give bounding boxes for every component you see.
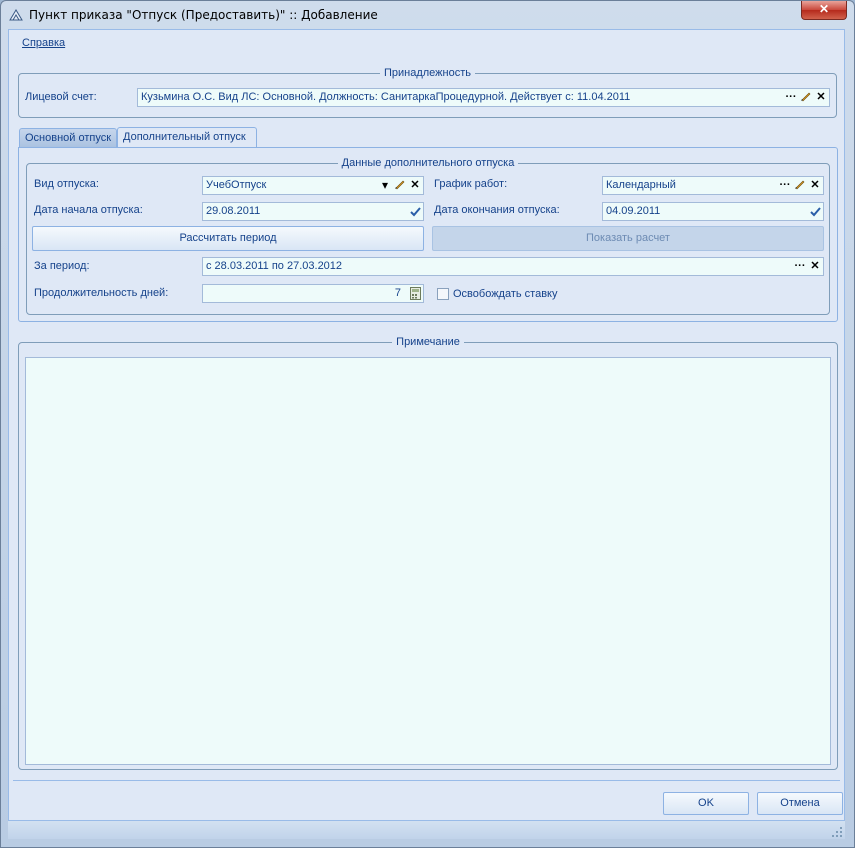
resize-grip-icon[interactable]	[832, 827, 842, 837]
ellipsis-icon[interactable]: ···	[784, 90, 798, 105]
ownership-group: Принадлежность Лицевой счет: Кузьмина О.…	[18, 67, 837, 118]
free-rate-label: Освобождать ставку	[453, 288, 558, 300]
account-value: Кузьмина О.С. Вид ЛС: Основной. Должност…	[141, 91, 631, 103]
calendar-dropdown-icon[interactable]	[808, 204, 822, 219]
start-date-value: 29.08.2011	[206, 205, 261, 217]
divider	[13, 780, 840, 781]
clear-icon[interactable]: ✕	[808, 178, 822, 193]
schedule-label: График работ:	[434, 178, 508, 190]
calendar-dropdown-icon[interactable]	[408, 204, 422, 219]
ellipsis-icon[interactable]: ···	[778, 178, 792, 193]
period-field[interactable]: с 28.03.2011 по 27.03.2012 ··· ✕	[202, 257, 824, 276]
cancel-button[interactable]: Отмена	[757, 792, 843, 815]
ok-button[interactable]: OK	[663, 792, 749, 815]
account-field[interactable]: Кузьмина О.С. Вид ЛС: Основной. Должност…	[137, 88, 830, 107]
calculate-period-button[interactable]: Рассчитать период	[32, 226, 424, 251]
period-label: За период:	[34, 260, 90, 272]
edit-icon[interactable]	[793, 178, 807, 193]
dialog-client-area: Справка Принадлежность Лицевой счет: Куз…	[8, 29, 845, 839]
status-bar	[8, 820, 845, 839]
note-legend: Примечание	[392, 336, 464, 348]
calculator-icon[interactable]	[408, 286, 422, 301]
end-date-field[interactable]: 04.09.2011	[602, 202, 824, 221]
schedule-field[interactable]: Календарный ··· ✕	[602, 176, 824, 195]
vacation-type-field[interactable]: УчебОтпуск ▾ ✕	[202, 176, 424, 195]
window-title: Пункт приказа "Отпуск (Предоставить)" ::…	[29, 8, 378, 22]
schedule-value: Календарный	[606, 179, 676, 191]
window-close-button[interactable]: ✕	[801, 1, 847, 20]
dropdown-icon[interactable]: ▾	[378, 178, 392, 193]
title-bar: Пункт приказа "Отпуск (Предоставить)" ::…	[1, 1, 854, 29]
close-icon: ✕	[818, 2, 830, 16]
edit-icon[interactable]	[393, 178, 407, 193]
period-value: с 28.03.2011 по 27.03.2012	[206, 260, 343, 272]
vacation-type-value: УчебОтпуск	[206, 179, 267, 191]
clear-icon[interactable]: ✕	[408, 178, 422, 193]
app-icon	[9, 9, 23, 21]
end-date-label: Дата окончания отпуска:	[434, 204, 560, 216]
note-group: Примечание	[18, 336, 838, 770]
edit-icon[interactable]	[799, 90, 813, 105]
show-calculation-button[interactable]: Показать расчет	[432, 226, 824, 251]
ownership-legend: Принадлежность	[379, 67, 475, 79]
ellipsis-icon[interactable]: ···	[793, 259, 807, 274]
note-textarea[interactable]	[25, 357, 831, 765]
start-date-field[interactable]: 29.08.2011	[202, 202, 424, 221]
account-label: Лицевой счет:	[25, 91, 97, 103]
tab-additional-vacation[interactable]: Дополнительный отпуск	[117, 127, 257, 148]
days-label: Продолжительность дней:	[34, 287, 169, 299]
clear-icon[interactable]: ✕	[814, 90, 828, 105]
vacation-data-legend: Данные дополнительного отпуска	[337, 157, 519, 169]
menu-help[interactable]: Справка	[22, 37, 65, 49]
vacation-data-group: Данные дополнительного отпуска Вид отпус…	[26, 157, 830, 315]
start-date-label: Дата начала отпуска:	[34, 204, 143, 216]
clear-icon[interactable]: ✕	[808, 259, 822, 274]
vacation-type-label: Вид отпуска:	[34, 178, 99, 190]
free-rate-checkbox[interactable]	[437, 288, 449, 300]
end-date-value: 04.09.2011	[606, 205, 661, 217]
days-value: 7	[394, 287, 401, 299]
tab-panel: Данные дополнительного отпуска Вид отпус…	[18, 147, 838, 322]
tab-main-vacation[interactable]: Основной отпуск	[19, 128, 117, 148]
days-field[interactable]: 7	[202, 284, 424, 303]
